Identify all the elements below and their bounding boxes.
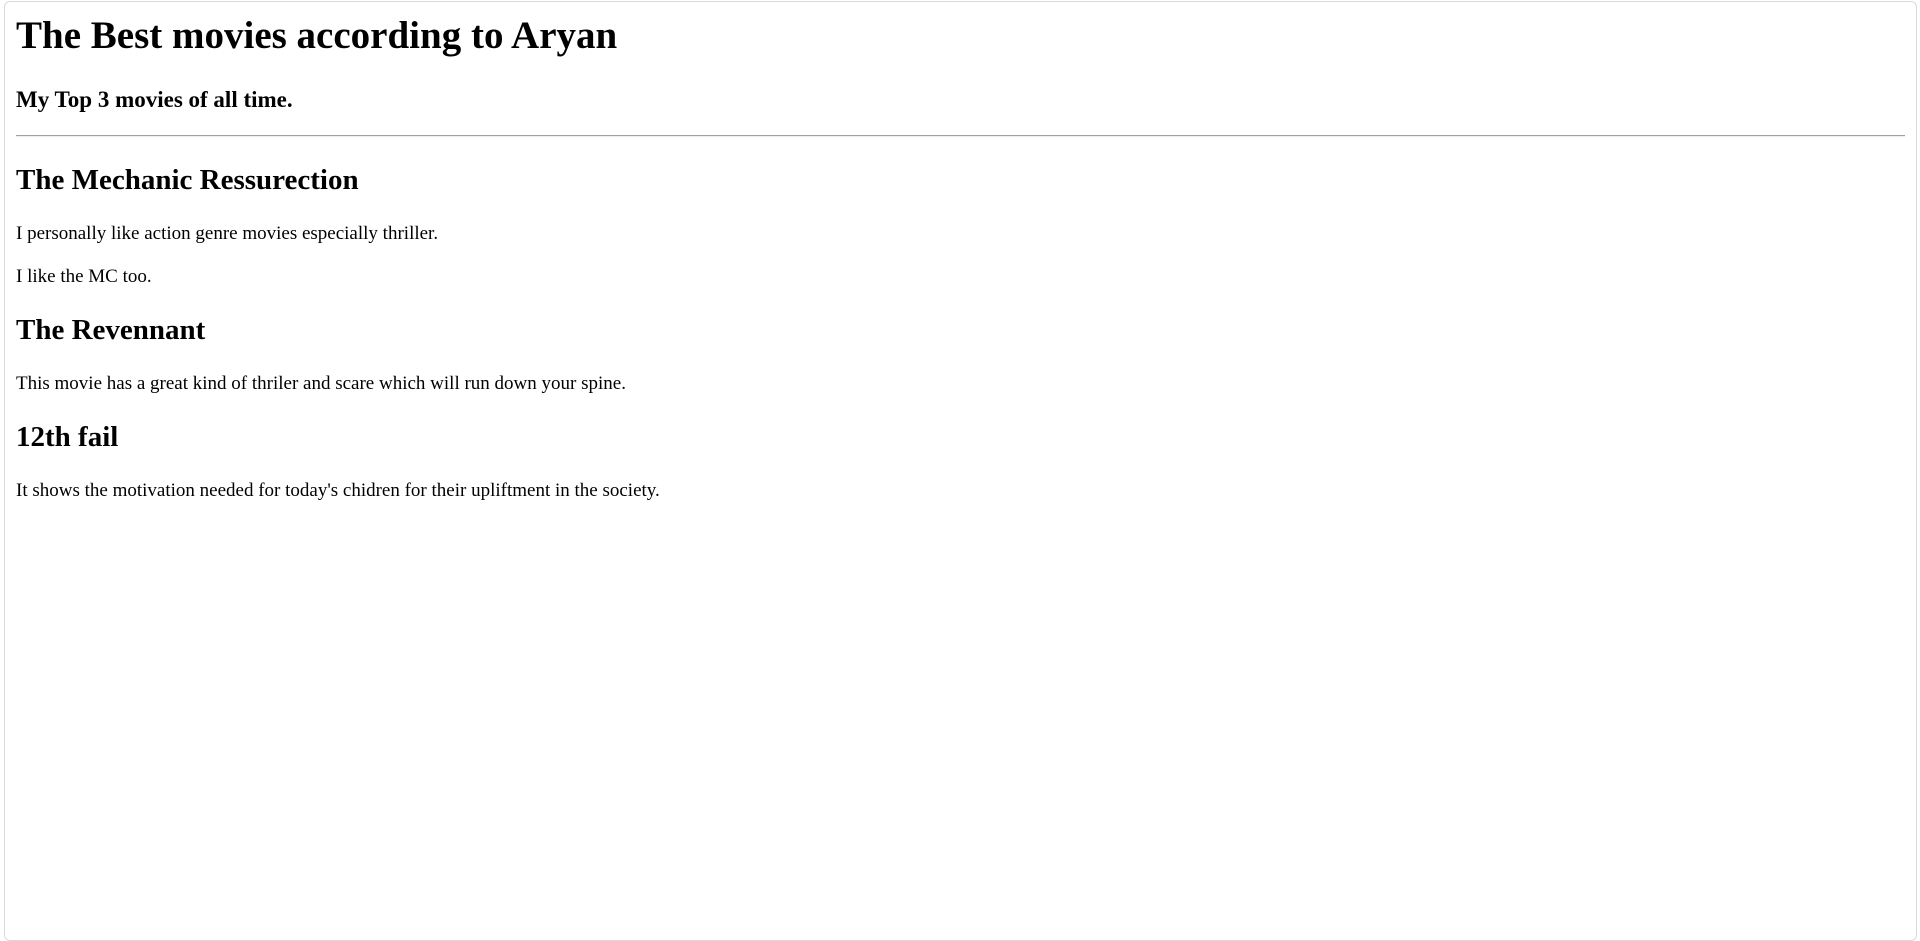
movie-2-paragraph-1: This movie has a great kind of thriler a… — [16, 373, 626, 394]
page-subtitle: My Top 3 movies of all time. — [16, 87, 293, 112]
movie-1-paragraph-2: I like the MC too. — [16, 266, 152, 287]
movie-title-3: 12th fail — [16, 421, 119, 453]
page-title: The Best movies according to Aryan — [16, 14, 618, 57]
movie-3-paragraph-1: It shows the motivation needed for today… — [16, 480, 660, 501]
horizontal-divider — [16, 135, 1905, 137]
movie-1-paragraph-1: I personally like action genre movies es… — [16, 223, 439, 244]
page-frame: The Best movies according to Aryan My To… — [4, 1, 1917, 941]
movie-title-2: The Revennant — [16, 314, 206, 346]
movie-title-1: The Mechanic Ressurection — [16, 164, 359, 196]
